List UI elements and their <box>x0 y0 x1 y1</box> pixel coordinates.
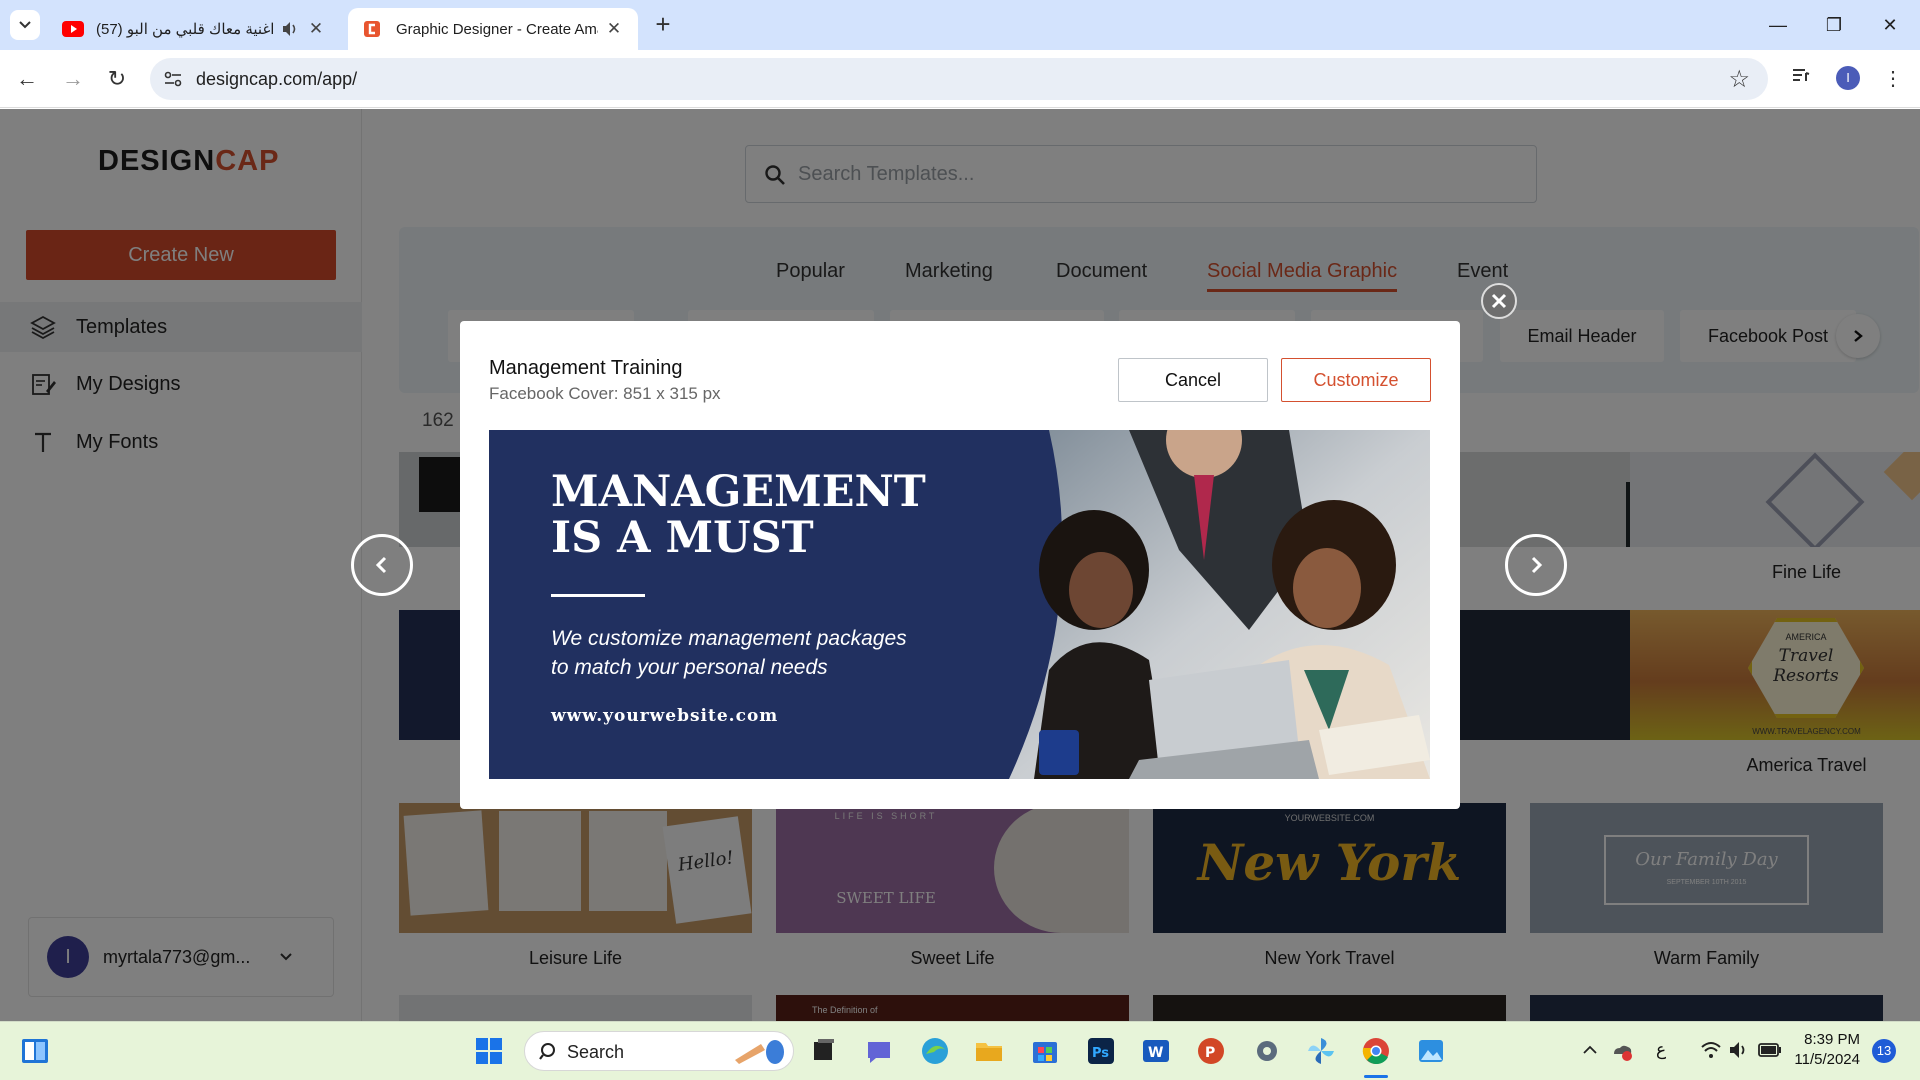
menu-kebab-icon[interactable]: ⋮ <box>1876 62 1910 96</box>
preview-headline-1: MANAGEMENT <box>551 467 926 517</box>
forward-button[interactable]: → <box>56 62 90 96</box>
microsoft-store-icon[interactable] <box>1030 1036 1060 1066</box>
chat-icon[interactable] <box>864 1036 894 1066</box>
preview-divider <box>551 594 645 597</box>
tab-title: Graphic Designer - Create Ama <box>396 20 598 38</box>
previous-template-button[interactable] <box>351 534 413 596</box>
photos-icon[interactable] <box>1416 1036 1446 1066</box>
modal-subtitle: Facebook Cover: 851 x 315 px <box>489 384 721 403</box>
preview-tagline-1: We customize management packages <box>551 627 907 650</box>
notification-badge[interactable]: 13 <box>1872 1039 1896 1063</box>
next-template-button[interactable] <box>1505 534 1567 596</box>
chevron-up-icon[interactable] <box>1582 1042 1598 1058</box>
chevron-right-icon <box>1531 556 1543 574</box>
taskbar-search-box[interactable]: Search <box>524 1031 794 1071</box>
settings-gear-icon[interactable] <box>1252 1036 1282 1066</box>
template-preview-image: MANAGEMENT IS A MUST We customize manage… <box>489 430 1430 779</box>
preview-website: www.yourwebsite.com <box>551 706 779 726</box>
close-window-button[interactable]: ✕ <box>1870 10 1910 40</box>
word-icon[interactable]: W <box>1141 1036 1171 1066</box>
edge-icon[interactable] <box>920 1036 950 1066</box>
modal-title: Management Training <box>489 357 683 379</box>
onedrive-icon[interactable] <box>1610 1038 1634 1062</box>
chevron-left-icon <box>375 556 387 574</box>
taskbar-search-label: Search <box>567 1042 625 1062</box>
preview-headline-2: IS A MUST <box>551 513 814 563</box>
tab-designcap[interactable]: Graphic Designer - Create Ama ✕ <box>348 8 638 50</box>
youtube-icon <box>62 21 84 37</box>
svg-text:P: P <box>1205 1045 1215 1061</box>
svg-text:W: W <box>1148 1045 1163 1061</box>
file-explorer-icon[interactable] <box>974 1036 1004 1066</box>
media-control-icon[interactable] <box>1784 62 1818 96</box>
powerpoint-icon[interactable]: P <box>1196 1036 1226 1066</box>
windows-taskbar: Search Ps W P ع 8:39 PM 11/5/2024 13 <box>0 1021 1920 1080</box>
task-view-icon[interactable] <box>808 1036 838 1066</box>
restore-button[interactable]: ❐ <box>1814 10 1854 40</box>
clock-time[interactable]: 8:39 PM <box>1792 1031 1860 1048</box>
wifi-icon[interactable] <box>1700 1039 1722 1061</box>
language-indicator[interactable]: ع <box>1656 1040 1666 1060</box>
bookmark-star-icon[interactable]: ☆ <box>1728 65 1750 94</box>
clock-date[interactable]: 11/5/2024 <box>1792 1051 1860 1068</box>
chrome-active-indicator <box>1364 1075 1388 1078</box>
speaker-icon[interactable] <box>1728 1039 1750 1061</box>
close-tab-icon[interactable]: ✕ <box>604 19 624 39</box>
profile-avatar[interactable]: I <box>1836 66 1860 90</box>
chevron-down-icon <box>19 21 31 29</box>
speaker-icon <box>283 22 296 36</box>
chrome-icon[interactable] <box>1361 1036 1391 1066</box>
designcap-favicon-icon <box>364 21 380 37</box>
template-preview-modal: Management Training Facebook Cover: 851 … <box>460 321 1460 809</box>
battery-icon[interactable] <box>1758 1041 1782 1059</box>
tab-title: (57) اغنية معاك قلبي من البو <box>96 21 274 38</box>
search-highlight-icon <box>735 1040 784 1064</box>
minimize-button[interactable]: — <box>1758 10 1798 40</box>
cancel-button[interactable]: Cancel <box>1118 358 1268 402</box>
widgets-icon[interactable] <box>20 1036 50 1066</box>
svg-text:Ps: Ps <box>1092 1046 1109 1061</box>
preview-tagline-2: to match your personal needs <box>551 656 828 679</box>
address-bar[interactable]: designcap.com/app/ ☆ <box>150 58 1768 100</box>
back-button[interactable]: ← <box>10 62 44 96</box>
browser-toolbar: ← → ↻ designcap.com/app/ ☆ ⋮ <box>0 50 1920 108</box>
close-tab-icon[interactable]: ✕ <box>306 19 326 39</box>
tab-youtube[interactable]: (57) اغنية معاك قلبي من البو ✕ <box>48 8 340 50</box>
close-modal-button[interactable] <box>1481 283 1517 319</box>
site-info-icon[interactable] <box>162 68 184 90</box>
customize-button[interactable]: Customize <box>1281 358 1431 402</box>
reload-button[interactable]: ↻ <box>100 62 134 96</box>
pinwheel-app-icon[interactable] <box>1306 1036 1336 1066</box>
search-icon <box>539 1043 555 1060</box>
photoshop-icon[interactable]: Ps <box>1086 1036 1116 1066</box>
tab-search-button[interactable] <box>10 10 40 40</box>
windows-start-icon[interactable] <box>474 1036 504 1066</box>
url-text: designcap.com/app/ <box>196 69 358 89</box>
new-tab-button[interactable]: + <box>650 10 676 40</box>
browser-tab-bar: (57) اغنية معاك قلبي من البو ✕ Graphic D… <box>0 0 1920 50</box>
close-icon <box>1491 293 1507 309</box>
